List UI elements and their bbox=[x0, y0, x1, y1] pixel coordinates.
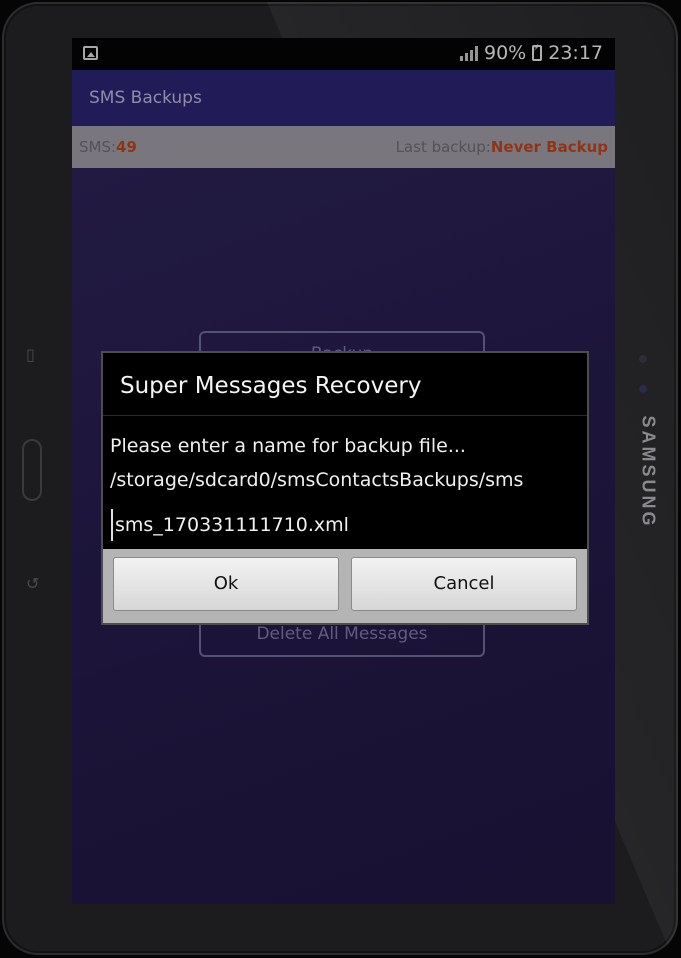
tablet-frame: ▯ ↺ SAMSUNG 90% 23:17 SMS Backups SMS:49… bbox=[2, 2, 678, 955]
backup-name-dialog: Super Messages Recovery Please enter a n… bbox=[101, 351, 589, 625]
brand-logo: SAMSUNG bbox=[638, 415, 659, 529]
dialog-message: Please enter a name for backup file... /… bbox=[110, 429, 523, 497]
recent-apps-icon[interactable]: ▯ bbox=[26, 345, 35, 364]
front-camera bbox=[639, 385, 647, 393]
home-button[interactable] bbox=[22, 439, 42, 501]
ok-button[interactable]: Ok bbox=[113, 557, 339, 611]
dialog-button-bar: Ok Cancel bbox=[103, 549, 587, 623]
dialog-message-line1: Please enter a name for backup file... bbox=[110, 435, 466, 457]
dialog-divider bbox=[103, 415, 587, 416]
cancel-button[interactable]: Cancel bbox=[351, 557, 577, 611]
backup-filename-input[interactable] bbox=[111, 509, 583, 541]
sensor-dot bbox=[639, 355, 647, 363]
device-screen: 90% 23:17 SMS Backups SMS:49 Last backup… bbox=[72, 38, 615, 904]
dialog-title: Super Messages Recovery bbox=[120, 373, 422, 399]
dialog-message-path: /storage/sdcard0/smsContactsBackups/sms bbox=[110, 469, 524, 491]
back-icon[interactable]: ↺ bbox=[26, 574, 39, 593]
